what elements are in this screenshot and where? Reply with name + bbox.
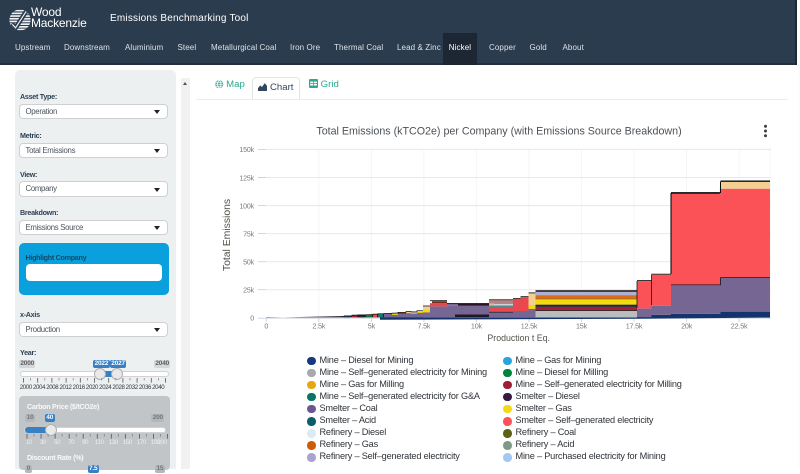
svg-text:125k: 125k [239, 174, 254, 182]
svg-text:25k: 25k [243, 287, 254, 295]
svg-text:Production t Eq.: Production t Eq. [487, 333, 550, 343]
svg-text:2.5k: 2.5k [312, 322, 325, 331]
svg-text:12.5k: 12.5k [521, 322, 538, 331]
svg-text:7.5k: 7.5k [418, 322, 431, 331]
svg-text:22.5k: 22.5k [731, 322, 748, 331]
svg-text:100k: 100k [239, 202, 254, 210]
svg-text:10k: 10k [471, 322, 483, 331]
svg-text:0: 0 [264, 322, 268, 331]
svg-text:75k: 75k [243, 230, 254, 238]
svg-text:150k: 150k [239, 146, 254, 154]
svg-text:0: 0 [250, 315, 254, 323]
svg-text:17.5k: 17.5k [626, 322, 643, 331]
svg-text:15k: 15k [576, 322, 588, 331]
svg-text:20k: 20k [681, 322, 693, 331]
svg-text:Total Emissions: Total Emissions [222, 199, 233, 271]
svg-text:50k: 50k [243, 259, 254, 267]
svg-text:Total Emissions (kTCO2e) per C: Total Emissions (kTCO2e) per Company (wi… [316, 126, 681, 138]
svg-text:5k: 5k [368, 322, 376, 331]
